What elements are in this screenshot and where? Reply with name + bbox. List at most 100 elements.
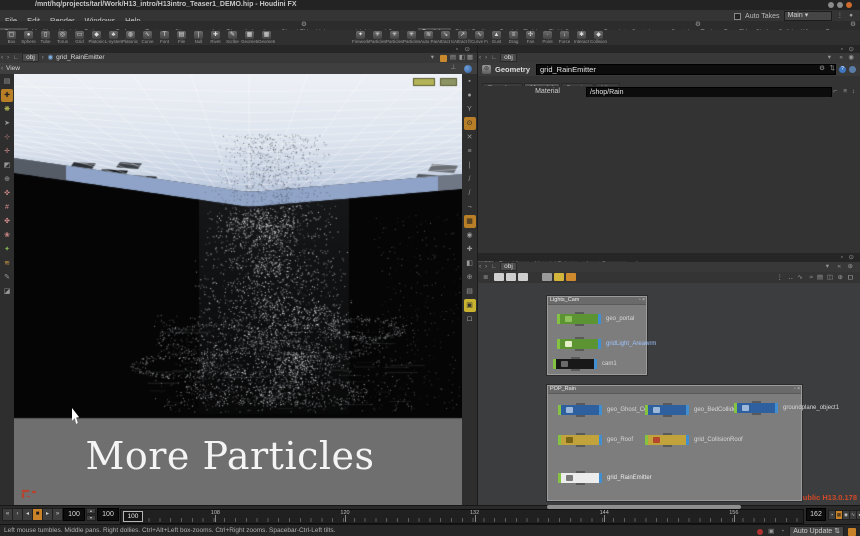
param-menu-icon[interactable]: ≡ xyxy=(842,87,848,97)
tool-platonic[interactable]: ◆Platonic xyxy=(88,30,105,44)
display-flag-icon[interactable] xyxy=(686,405,689,415)
record-dot-icon[interactable] xyxy=(757,529,763,535)
param-dropdown-icon[interactable]: ▾ xyxy=(827,53,832,63)
scene-viewport[interactable]: More Particles xyxy=(14,74,462,505)
net-path-chip[interactable]: obj xyxy=(500,262,517,271)
node-body[interactable] xyxy=(561,435,599,445)
net-history-icon[interactable]: « xyxy=(836,262,842,272)
net-tool-3-icon[interactable] xyxy=(518,273,528,281)
dynamics-icon[interactable]: ≋ xyxy=(1,257,13,270)
tool-scribe[interactable]: ✎Scribe xyxy=(224,30,241,44)
ptool-fireworks[interactable]: ✦Fireworks xyxy=(352,30,369,44)
node-gridlight_areawrm[interactable] xyxy=(557,339,601,349)
path-dropdown-icon[interactable]: ▾ xyxy=(430,53,435,63)
frame-start-field[interactable]: 100 xyxy=(63,508,85,521)
node-body[interactable] xyxy=(560,314,598,324)
node-body[interactable] xyxy=(648,405,686,415)
display-flag-icon[interactable] xyxy=(599,473,602,483)
display-options-icon[interactable]: ▤ xyxy=(464,285,476,298)
tool-null[interactable]: |Null xyxy=(190,30,207,44)
network-editor[interactable]: Non-Public H13.0.178 Lights_Cam▫ ×geo_po… xyxy=(478,283,860,505)
ptool-attract-to-[interactable]: ↘Attract to... xyxy=(437,30,454,44)
path-node-name[interactable]: grid_RainEmitter xyxy=(56,54,104,61)
net-view-tool-2-icon[interactable]: ∿ xyxy=(797,273,804,283)
maximize-button-icon[interactable] xyxy=(837,2,843,8)
net-up-icon[interactable]: ∟ xyxy=(490,262,498,272)
node-groundplane_object1[interactable] xyxy=(734,403,778,413)
net-tool-7-icon[interactable] xyxy=(566,273,576,281)
param-back-icon[interactable]: ‹ xyxy=(478,53,482,63)
shade-icon[interactable]: ◧ xyxy=(464,257,476,270)
tool-sphere[interactable]: ●Sphere xyxy=(20,30,37,44)
grid-toggle-icon[interactable]: ▦ xyxy=(466,53,474,63)
display-flag-icon[interactable] xyxy=(599,435,602,445)
path-up-icon[interactable]: ∟ xyxy=(12,53,20,63)
spray-icon[interactable]: ❀ xyxy=(1,229,13,242)
auto-takes-checkbox[interactable] xyxy=(734,13,741,20)
add-view-icon[interactable]: ✚ xyxy=(464,243,476,256)
net-view-tool-1-icon[interactable]: ‥ xyxy=(788,273,794,283)
network-box-pop_rain[interactable]: POP_Rain▫ ×geo_Ghost_Collisiongeo_BedCol… xyxy=(547,385,802,501)
net-tool-6-icon[interactable] xyxy=(554,273,564,281)
param-plug-icon[interactable]: ⌐ xyxy=(832,87,838,97)
comb-icon[interactable]: ✤ xyxy=(1,215,13,228)
view-mode-icon[interactable]: ▪ xyxy=(464,75,476,88)
globe-icon[interactable] xyxy=(464,65,472,73)
net-view-tool-6-icon[interactable]: ⊕ xyxy=(837,273,844,283)
tumble-icon[interactable]: ● xyxy=(464,89,476,102)
flipbook-icon[interactable]: ▤ xyxy=(449,53,457,63)
tool-font[interactable]: TFont xyxy=(156,30,173,44)
display-flag-icon[interactable] xyxy=(594,359,597,369)
param-expand-icon[interactable]: ↕ xyxy=(851,87,856,97)
node-geo_ghost_collision[interactable] xyxy=(558,405,602,415)
param-up-icon[interactable]: ∟ xyxy=(490,53,498,63)
param-cycle-icon[interactable]: ⇅ xyxy=(829,64,836,74)
param-path-chip[interactable]: obj xyxy=(500,53,517,62)
param-history-icon[interactable]: « xyxy=(838,53,844,63)
comment-circle-icon[interactable] xyxy=(849,66,856,73)
network-box-controls-icon[interactable]: ▫ × xyxy=(639,297,645,303)
frame-ruler[interactable]: 100 108120132144156 xyxy=(120,509,804,524)
ptool-curve-force[interactable]: ∿Curve Force xyxy=(471,30,488,44)
ptool-fan[interactable]: ✣Fan xyxy=(522,30,539,44)
ptool-particles-fr-[interactable]: ✳Particles fr... xyxy=(403,30,420,44)
ptool-interact[interactable]: ✱Interact xyxy=(573,30,590,44)
cache-icon[interactable] xyxy=(848,528,856,536)
node-body[interactable] xyxy=(648,435,686,445)
node-body[interactable] xyxy=(561,473,599,483)
net-tool-1-icon[interactable] xyxy=(494,273,504,281)
ptool-particles-fr-[interactable]: ✳Particles fr... xyxy=(386,30,403,44)
tool-rivet[interactable]: ✚Rivet xyxy=(207,30,224,44)
paint-icon[interactable]: ✜ xyxy=(1,187,13,200)
network-box-lights_cam[interactable]: Lights_Cam▫ ×geo_portalgridLight_Areawrm… xyxy=(547,296,647,375)
range-up-icon[interactable]: ▴ xyxy=(86,508,96,514)
shelf-gear-icon-3[interactable]: ⚙ xyxy=(849,20,857,30)
snapshot-icon[interactable] xyxy=(440,55,447,62)
axis-gizmo-icon[interactable]: ⊥ xyxy=(449,63,457,73)
edit-icon[interactable]: ✎ xyxy=(1,271,13,284)
ptool-attract-fro-[interactable]: ↗Attract fro... xyxy=(454,30,471,44)
auto-update-selector[interactable]: Auto Update ⇅ xyxy=(789,526,844,536)
ptool-force[interactable]: ↓Force xyxy=(556,30,573,44)
node-grid_collisionroof[interactable] xyxy=(645,435,689,445)
node-body[interactable] xyxy=(561,405,599,415)
display-flag-icon[interactable] xyxy=(686,435,689,445)
param-gear-icon[interactable]: ⚙ xyxy=(818,64,826,74)
layout-icon[interactable]: ▤ xyxy=(1,75,13,88)
ptool-drag[interactable]: ≡Drag xyxy=(505,30,522,44)
view-grab-icon[interactable]: ⊙ xyxy=(464,117,476,130)
tool-box[interactable]: ▢Box xyxy=(3,30,20,44)
takes-menu-icon[interactable]: ⋮ xyxy=(836,11,845,21)
collapse-arrow-icon[interactable]: ‹ xyxy=(0,64,4,74)
blend-icon[interactable]: ✦ xyxy=(1,243,13,256)
ruler-a-icon[interactable]: / xyxy=(464,173,476,186)
tool-file[interactable]: ▤File xyxy=(173,30,190,44)
handles-icon[interactable]: ❋ xyxy=(1,103,13,116)
range-down-icon[interactable]: ▾ xyxy=(86,515,96,521)
current-frame-marker[interactable]: 100 xyxy=(123,511,143,522)
help-circle-icon[interactable]: ? xyxy=(839,66,846,73)
view-menu-icon[interactable]: ≡ xyxy=(464,145,476,158)
net-back-icon[interactable]: ‹ xyxy=(478,262,482,272)
path-root-chip[interactable]: obj xyxy=(22,53,39,62)
construction-plane-icon[interactable]: ▦ xyxy=(464,215,476,228)
